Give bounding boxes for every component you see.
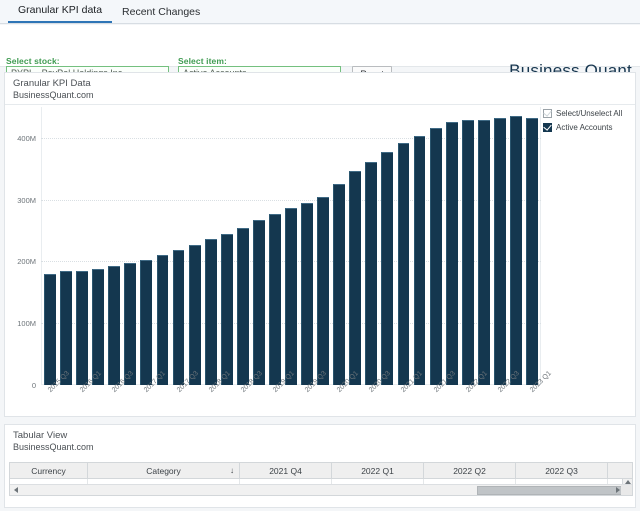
y-axis-tick-label: 0 — [31, 381, 36, 390]
chart-bar[interactable] — [268, 213, 281, 385]
table-column-header[interactable]: 2022 Q3 — [516, 463, 608, 478]
controls-bar: Select stock: PYPL - PayPal Holdings Inc… — [0, 25, 640, 81]
y-axis-tick-label: 300M — [17, 195, 36, 205]
chart-bar[interactable] — [252, 220, 265, 385]
chart-bar[interactable] — [445, 121, 458, 385]
table-column-header-label: 2021 Q4 — [269, 465, 302, 476]
select-stock-label: Select stock: — [6, 56, 60, 66]
chart-legend: Select/Unselect All Active Accounts — [543, 108, 629, 137]
table-column-header[interactable]: 2022 Q4 — [608, 463, 632, 478]
data-grid: Currency Category ↓ 2021 Q4 2022 Q1 2022 Q2 20… — [9, 462, 633, 496]
chart-bar[interactable] — [493, 118, 506, 385]
table-header-row: Currency Category ↓ 2021 Q4 2022 Q1 2022 Q2 20… — [10, 463, 632, 479]
y-axis-tick-label: 100M — [17, 319, 36, 329]
chart-bars — [42, 107, 540, 385]
chart-bar[interactable] — [124, 263, 137, 385]
horizontal-scrollbar[interactable] — [10, 484, 632, 495]
chart-bar[interactable] — [397, 142, 410, 385]
table-column-header[interactable]: Currency — [10, 463, 88, 478]
tab-bar: Granular KPI data Recent Changes — [0, 0, 640, 24]
chart-bar[interactable] — [333, 184, 346, 385]
chart-bar[interactable] — [92, 268, 105, 385]
table-column-header[interactable]: Category ↓ — [88, 463, 240, 478]
y-axis-tick-label: 200M — [17, 257, 36, 267]
table-column-header[interactable]: 2021 Q4 — [240, 463, 332, 478]
legend-item-active-accounts-label: Active Accounts — [556, 123, 613, 132]
chart-bar[interactable] — [526, 117, 538, 385]
scrollbar-thumb[interactable] — [477, 486, 622, 495]
table-column-header[interactable]: 2022 Q1 — [332, 463, 424, 478]
chart-bar[interactable] — [381, 152, 394, 385]
y-axis-tick-label: 400M — [17, 133, 36, 143]
tab-granular-kpi-data[interactable]: Granular KPI data — [8, 1, 113, 23]
sort-descending-icon[interactable]: ↓ — [230, 466, 234, 475]
chart-bar[interactable] — [188, 244, 201, 385]
chart-bar[interactable] — [365, 161, 378, 385]
tab-recent-changes[interactable]: Recent Changes — [112, 3, 210, 23]
chart-bar[interactable] — [509, 116, 522, 385]
legend-select-all[interactable]: Select/Unselect All — [543, 108, 629, 118]
checkbox-checked-icon[interactable] — [543, 122, 552, 132]
chart-bar[interactable] — [204, 238, 217, 385]
chart-bar[interactable] — [285, 208, 297, 385]
table-column-header-label: Category — [146, 465, 181, 476]
chart-bar[interactable] — [236, 228, 249, 385]
tab-granular-kpi-data-label: Granular KPI data — [18, 4, 103, 16]
chart-bar[interactable] — [108, 266, 121, 385]
table-column-header-label: Currency — [31, 465, 66, 476]
table-column-header-label: 2022 Q2 — [453, 465, 486, 476]
chart-plot-area: 0 100M 200M 300M 400M 2015 Q3 2016 Q1 2016 Q3 2… — [5, 105, 553, 417]
chart-bar[interactable] — [140, 259, 153, 385]
table-panel: Tabular View BusinessQuant.com Currency C… — [4, 424, 636, 508]
chart-bar[interactable] — [220, 234, 233, 385]
chart-bar[interactable] — [60, 271, 73, 385]
table-subtitle: BusinessQuant.com — [13, 442, 94, 452]
tab-recent-changes-label: Recent Changes — [122, 6, 201, 18]
chart-bar[interactable] — [317, 196, 330, 385]
chart-panel: Granular KPI Data BusinessQuant.com 0 100… — [4, 72, 636, 417]
chart-bar[interactable] — [156, 255, 169, 385]
scroll-right-icon[interactable] — [616, 487, 620, 493]
legend-item-active-accounts[interactable]: Active Accounts — [543, 122, 629, 132]
chart-bar[interactable] — [429, 128, 442, 385]
chart-bar[interactable] — [301, 202, 313, 385]
select-item-label: Select item: — [178, 56, 227, 66]
scroll-left-icon[interactable] — [14, 487, 18, 493]
chart-bar[interactable] — [477, 119, 490, 385]
app-root: Granular KPI data Recent Changes Select … — [0, 0, 640, 511]
table-column-header[interactable]: 2022 Q2 — [424, 463, 516, 478]
scrollbar-corner — [621, 485, 632, 495]
chart-bar[interactable] — [172, 250, 185, 385]
table-column-header-label: 2022 Q3 — [545, 465, 578, 476]
legend-select-all-label: Select/Unselect All — [556, 109, 623, 118]
chart-bar[interactable] — [349, 171, 362, 385]
table-column-header-label: 2022 Q1 — [361, 465, 394, 476]
chart-bar[interactable] — [461, 119, 474, 385]
chart-bar[interactable] — [413, 136, 426, 385]
chart-bar[interactable] — [76, 271, 89, 385]
chart-bar[interactable] — [44, 274, 56, 385]
chart-subtitle: BusinessQuant.com — [13, 90, 94, 100]
checkbox-icon[interactable] — [543, 108, 552, 118]
